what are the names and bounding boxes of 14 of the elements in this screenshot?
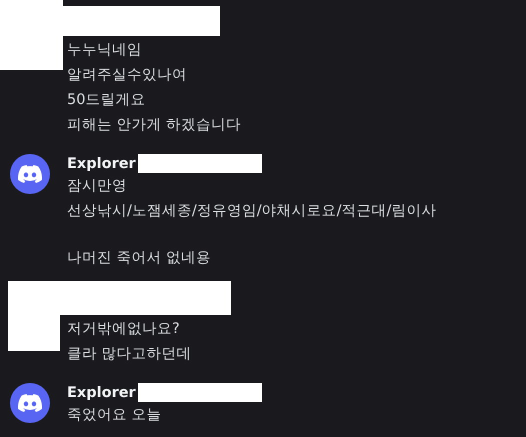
message-text: 죽었어요 오늘: [67, 406, 163, 425]
message-text: 50드릴게요: [67, 91, 146, 110]
discord-logo-icon: [18, 394, 42, 412]
message-text: 피해는 안가게 하겠습니다: [67, 116, 242, 135]
message-text: 저거밖에없나요?: [67, 320, 181, 339]
message-text: 잠시만영: [67, 177, 128, 196]
message-text: 알려주실수있나여: [67, 66, 188, 85]
message-text: 나머진 죽어서 없네용: [67, 249, 212, 268]
message-text: 선상낚시/노잼세종/정유영임/야채시로요/적근대/림이사: [67, 202, 438, 221]
message-text: 누누닉네임: [67, 41, 143, 60]
message-text: 클라 많다고하던데: [67, 345, 193, 364]
username[interactable]: Explorer: [67, 383, 136, 403]
discord-logo-icon: [18, 165, 42, 183]
username[interactable]: Explorer: [67, 154, 136, 174]
